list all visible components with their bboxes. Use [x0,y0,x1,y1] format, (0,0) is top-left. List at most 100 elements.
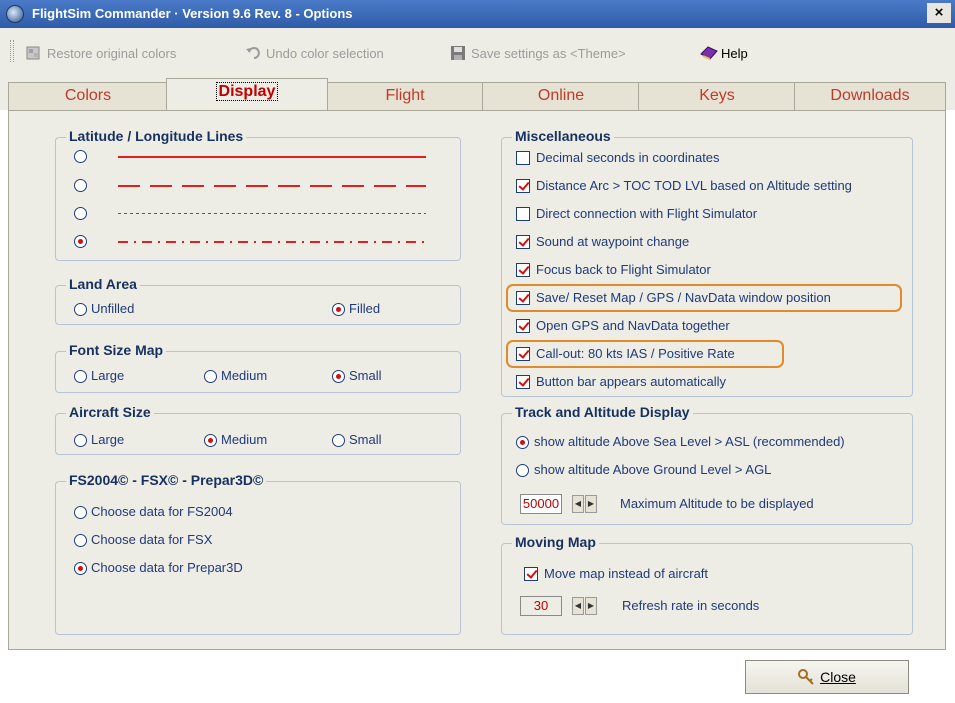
altitude-agl-label: show altitude Above Ground Level > AGL [534,462,772,477]
refresh-rate-spinner[interactable]: ◀ ▶ [572,597,597,615]
palette-icon [26,45,42,61]
restore-colors-label: Restore original colors [47,45,177,61]
misc-label-button-bar: Button bar appears automatically [536,374,727,389]
help-button[interactable]: Help [700,42,748,64]
misc-check-direct-connection[interactable] [516,207,530,221]
help-label: Help [721,45,748,61]
tab-flight[interactable]: Flight [326,82,484,110]
prepar3d-label: Choose data for Prepar3D [91,560,243,575]
font-medium-label: Medium [221,368,268,383]
max-altitude-spinner[interactable]: ◀ ▶ [572,495,597,513]
fs2004-label: Choose data for FS2004 [91,504,233,519]
max-altitude-label: Maximum Altitude to be displayed [620,496,814,511]
refresh-rate-input[interactable]: 30 [520,596,562,616]
prepar3d-radio[interactable] [74,562,87,575]
latlon-lines-group: Latitude / Longitude Lines [55,128,461,261]
track-altitude-title: Track and Altitude Display [512,404,693,420]
move-map-label: Move map instead of aircraft [544,566,709,581]
refresh-right-arrow-icon[interactable]: ▶ [585,597,597,615]
undo-icon [245,45,261,61]
latlon-solid-radio[interactable] [74,150,87,163]
latlon-solid-line-sample [118,156,426,158]
misc-label-sound-waypoint: Sound at waypoint change [536,234,690,249]
altitude-agl-radio[interactable] [516,464,529,477]
display-options-panel: Latitude / Longitude Lines Land Area Unf… [8,110,946,650]
help-book-icon [700,45,718,61]
misc-label-open-gps-navdata: Open GPS and NavData together [536,318,730,333]
land-filled-label: Filled [349,301,381,316]
toolbar: Restore original colors Undo color selec… [0,28,955,78]
font-small-radio[interactable] [332,370,345,383]
misc-check-open-gps-navdata[interactable] [516,319,530,333]
land-filled-radio[interactable] [332,303,345,316]
misc-check-window-position[interactable] [516,291,530,305]
latlon-lines-title: Latitude / Longitude Lines [66,128,247,144]
misc-label-focus-back: Focus back to Flight Simulator [536,262,711,277]
tab-display[interactable]: Display [166,78,328,110]
max-altitude-input[interactable]: 50000 [520,494,562,514]
close-button[interactable]: Close [745,660,909,694]
app-globe-icon [6,5,24,23]
altitude-asl-radio[interactable] [516,436,529,449]
tab-strip: Colors Display Flight Online Keys Downlo… [0,78,955,110]
aircraft-medium-radio[interactable] [204,434,217,447]
misc-label-callout: Call-out: 80 kts IAS / Positive Rate [536,346,735,361]
misc-check-decimal-seconds[interactable] [516,151,530,165]
latlon-longdash-line-sample [118,185,426,187]
toolbar-grip[interactable] [10,40,14,62]
window-close-button[interactable]: × [927,3,951,23]
misc-check-button-bar[interactable] [516,375,530,389]
misc-label-direct-connection: Direct connection with Flight Simulator [536,206,758,221]
tab-keys[interactable]: Keys [638,82,796,110]
font-size-group: Font Size Map Large Medium Small [55,342,461,393]
floppy-disk-icon [450,45,466,61]
latlon-dotted-line-sample [118,213,426,214]
aircraft-large-label: Large [91,432,125,447]
tab-colors[interactable]: Colors [8,82,168,110]
spin-right-arrow-icon[interactable]: ▶ [585,495,597,513]
misc-check-callout[interactable] [516,347,530,361]
undo-color-label: Undo color selection [266,45,384,61]
font-large-radio[interactable] [74,370,87,383]
spin-left-arrow-icon[interactable]: ◀ [572,495,584,513]
latlon-longdash-radio[interactable] [74,179,87,192]
tab-downloads-label: Downloads [830,87,910,104]
latlon-dashdot-radio[interactable] [74,235,87,248]
font-small-label: Small [349,368,382,383]
fs2004-radio[interactable] [74,506,87,519]
tab-downloads[interactable]: Downloads [794,82,946,110]
miscellaneous-group: Miscellaneous Decimal seconds in coordin… [501,128,913,397]
misc-check-focus-back[interactable] [516,263,530,277]
misc-check-distance-arc[interactable] [516,179,530,193]
misc-label-decimal-seconds: Decimal seconds in coordinates [536,150,720,165]
refresh-left-arrow-icon[interactable]: ◀ [572,597,584,615]
save-theme-button[interactable]: Save settings as <Theme> [450,42,626,64]
misc-check-sound-waypoint[interactable] [516,235,530,249]
aircraft-large-radio[interactable] [74,434,87,447]
tab-display-label: Display [215,82,279,101]
close-button-label: Close [820,669,856,685]
aircraft-small-label: Small [349,432,382,447]
simulator-data-group: FS2004© - FSX© - Prepar3D© Choose data f… [55,472,461,635]
latlon-dotted-radio[interactable] [74,207,87,220]
restore-colors-button[interactable]: Restore original colors [26,42,176,64]
misc-label-window-position: Save/ Reset Map / GPS / NavData window p… [536,290,831,305]
land-unfilled-label: Unfilled [91,301,135,316]
tab-online[interactable]: Online [482,82,640,110]
fsx-label: Choose data for FSX [91,532,213,547]
font-size-title: Font Size Map [66,342,167,358]
font-medium-radio[interactable] [204,370,217,383]
aircraft-size-group: Aircraft Size Large Medium Small [55,404,461,455]
key-icon [798,669,814,685]
move-map-checkbox[interactable] [524,567,538,581]
font-large-label: Large [91,368,125,383]
undo-color-button[interactable]: Undo color selection [245,42,384,64]
aircraft-medium-label: Medium [221,432,268,447]
land-unfilled-radio[interactable] [74,303,87,316]
track-altitude-group: Track and Altitude Display show altitude… [501,404,913,525]
aircraft-small-radio[interactable] [332,434,345,447]
moving-map-group: Moving Map Move map instead of aircraft … [501,534,913,635]
save-theme-label: Save settings as <Theme> [471,45,626,61]
window-title: FlightSim Commander · Version 9.6 Rev. 8… [32,6,353,21]
fsx-radio[interactable] [74,534,87,547]
